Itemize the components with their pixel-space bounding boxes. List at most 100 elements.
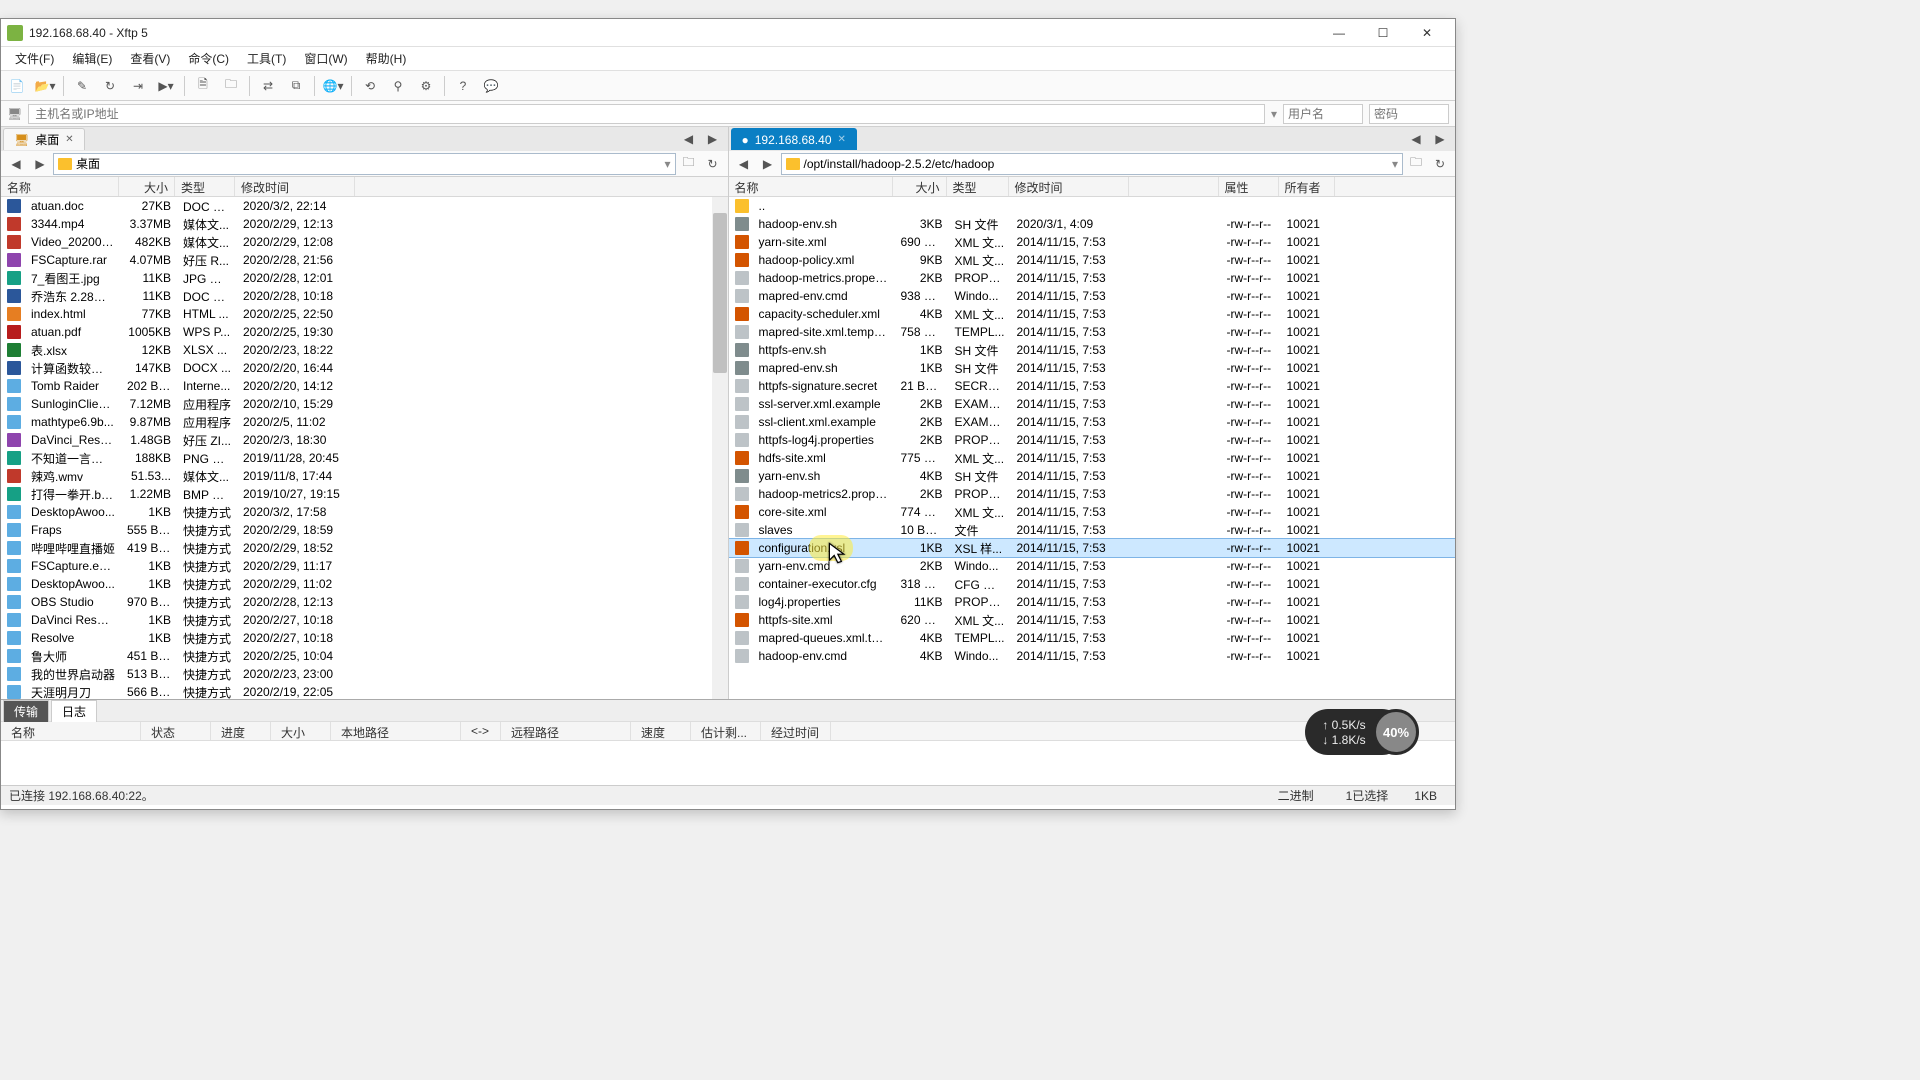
remote-header[interactable]: 名称 大小 类型 修改时间 属性 所有者	[729, 177, 1456, 197]
table-row[interactable]: index.html77KBHTML ...2020/2/25, 22:50	[1, 305, 728, 323]
remote-file-list[interactable]: ..hadoop-env.sh3KBSH 文件2020/3/1, 4:09-rw…	[729, 197, 1456, 699]
table-row[interactable]: Resolve1KB快捷方式2020/2/27, 10:18	[1, 629, 728, 647]
reconnect-icon[interactable]: ↻	[98, 74, 122, 98]
table-row[interactable]: httpfs-signature.secret21 BytesSECRET...…	[729, 377, 1456, 395]
back-button[interactable]: ◀	[733, 153, 755, 175]
table-row[interactable]: 计算函数较限的...147KBDOCX ...2020/2/20, 16:44	[1, 359, 728, 377]
remote-tab-host[interactable]: ● 192.168.68.40 ✕	[731, 128, 857, 150]
table-row[interactable]: 天涯明月刀566 By...快捷方式2020/2/19, 22:05	[1, 683, 728, 699]
table-row[interactable]: FSCapture.exe...1KB快捷方式2020/2/29, 11:17	[1, 557, 728, 575]
table-row[interactable]: yarn-env.sh4KBSH 文件2014/11/15, 7:53-rw-r…	[729, 467, 1456, 485]
copy-icon[interactable]: ⧉	[284, 74, 308, 98]
settings-icon[interactable]: ⚙	[414, 74, 438, 98]
table-row[interactable]: OBS Studio970 By...快捷方式2020/2/28, 12:13	[1, 593, 728, 611]
col-date[interactable]: 修改时间	[1009, 177, 1129, 196]
refresh-all-icon[interactable]: ⟲	[358, 74, 382, 98]
xfer-col-progress[interactable]: 进度	[211, 722, 271, 740]
title-bar[interactable]: 192.168.68.40 - Xftp 5 — ☐ ✕	[1, 19, 1455, 47]
up-dir-icon[interactable]: 🗀	[678, 153, 700, 175]
xfer-col-elapsed[interactable]: 经过时间	[761, 722, 831, 740]
menu-edit[interactable]: 编辑(E)	[64, 48, 120, 69]
table-row[interactable]: httpfs-env.sh1KBSH 文件2014/11/15, 7:53-rw…	[729, 341, 1456, 359]
table-row[interactable]: 我的世界启动器513 By...快捷方式2020/2/23, 23:00	[1, 665, 728, 683]
table-row[interactable]: httpfs-site.xml620 By...XML 文...2014/11/…	[729, 611, 1456, 629]
xfer-col-status[interactable]: 状态	[141, 722, 211, 740]
col-owner[interactable]: 所有者	[1279, 177, 1335, 196]
table-row[interactable]: mathtype6.9b...9.87MB应用程序2020/2/5, 11:02	[1, 413, 728, 431]
table-row[interactable]: DaVinci_Resol...1.48GB好压 ZI...2020/2/3, …	[1, 431, 728, 449]
maximize-button[interactable]: ☐	[1361, 20, 1405, 46]
close-button[interactable]: ✕	[1405, 20, 1449, 46]
table-row[interactable]: Video_202002...482KB媒体文...2020/2/29, 12:…	[1, 233, 728, 251]
local-tab-desktop[interactable]: 🖥 桌面 ✕	[3, 128, 85, 150]
xfer-col-eta[interactable]: 估计剩...	[691, 722, 761, 740]
table-row[interactable]: configuration.xsl1KBXSL 样...2014/11/15, …	[729, 539, 1456, 557]
menu-window[interactable]: 窗口(W)	[296, 48, 355, 69]
table-row[interactable]: 辣鸡.wmv51.53...媒体文...2019/11/8, 17:44	[1, 467, 728, 485]
table-row[interactable]: Fraps555 By...快捷方式2020/2/29, 18:59	[1, 521, 728, 539]
table-row[interactable]: capacity-scheduler.xml4KBXML 文...2014/11…	[729, 305, 1456, 323]
table-row[interactable]: mapred-env.sh1KBSH 文件2014/11/15, 7:53-rw…	[729, 359, 1456, 377]
table-row[interactable]: hadoop-env.cmd4KBWindo...2014/11/15, 7:5…	[729, 647, 1456, 665]
table-row[interactable]: container-executor.cfg318 By...CFG 文件201…	[729, 575, 1456, 593]
table-row[interactable]: 鲁大师451 By...快捷方式2020/2/25, 10:04	[1, 647, 728, 665]
table-row[interactable]: atuan.doc27KBDOC 文...2020/3/2, 22:14	[1, 197, 728, 215]
xfer-col-size[interactable]: 大小	[271, 722, 331, 740]
help-icon[interactable]: ?	[451, 74, 475, 98]
table-row[interactable]: 哔哩哔哩直播姬419 By...快捷方式2020/2/29, 18:52	[1, 539, 728, 557]
table-row[interactable]: hadoop-metrics2.prope...2KBPROPE...2014/…	[729, 485, 1456, 503]
refresh-icon[interactable]: ↻	[1429, 153, 1451, 175]
dropdown-icon[interactable]: ▾	[1271, 107, 1277, 121]
table-row[interactable]: hadoop-metrics.propert...2KBPROPE...2014…	[729, 269, 1456, 287]
tab-prev-icon[interactable]: ◀	[678, 128, 700, 150]
edit-icon[interactable]: ✎	[70, 74, 94, 98]
open-icon[interactable]: 📂▾	[33, 74, 57, 98]
find-icon[interactable]: ⚲	[386, 74, 410, 98]
table-row[interactable]: DesktopAwoo...1KB快捷方式2020/3/2, 17:58	[1, 503, 728, 521]
tab-next-icon[interactable]: ▶	[702, 128, 724, 150]
table-row[interactable]: log4j.properties11KBPROPE...2014/11/15, …	[729, 593, 1456, 611]
table-row[interactable]: 3344.mp43.37MB媒体文...2020/2/29, 12:13	[1, 215, 728, 233]
col-attr[interactable]: 属性	[1219, 177, 1279, 196]
table-row[interactable]: DaVinci Resolv...1KB快捷方式2020/2/27, 10:18	[1, 611, 728, 629]
xfer-col-name[interactable]: 名称	[1, 722, 141, 740]
table-row[interactable]: 表.xlsx12KBXLSX ...2020/2/23, 18:22	[1, 341, 728, 359]
password-input[interactable]	[1369, 104, 1449, 124]
table-row[interactable]: ssl-server.xml.example2KBEXAMP...2014/11…	[729, 395, 1456, 413]
table-row[interactable]: SunloginClient...7.12MB应用程序2020/2/10, 15…	[1, 395, 728, 413]
menu-tools[interactable]: 工具(T)	[239, 48, 294, 69]
table-row[interactable]: DesktopAwoo...1KB快捷方式2020/2/29, 11:02	[1, 575, 728, 593]
table-row[interactable]: yarn-site.xml690 By...XML 文...2014/11/15…	[729, 233, 1456, 251]
globe-icon[interactable]: 🌐▾	[321, 74, 345, 98]
new-session-icon[interactable]: 📄	[5, 74, 29, 98]
xfer-col-speed[interactable]: 速度	[631, 722, 691, 740]
xfer-col-localpath[interactable]: 本地路径	[331, 722, 461, 740]
table-row[interactable]: hdfs-site.xml775 By...XML 文...2014/11/15…	[729, 449, 1456, 467]
xfer-col-dir[interactable]: <->	[461, 722, 501, 740]
table-row[interactable]: Tomb Raider202 By...Interne...2020/2/20,…	[1, 377, 728, 395]
chat-icon[interactable]: 💬	[479, 74, 503, 98]
table-row[interactable]: hadoop-policy.xml9KBXML 文...2014/11/15, …	[729, 251, 1456, 269]
table-row[interactable]: core-site.xml774 By...XML 文...2014/11/15…	[729, 503, 1456, 521]
col-size[interactable]: 大小	[119, 177, 175, 196]
table-row[interactable]: ssl-client.xml.example2KBEXAMP...2014/11…	[729, 413, 1456, 431]
table-row[interactable]: mapred-site.xml.template758 By...TEMPL..…	[729, 323, 1456, 341]
new-folder-icon[interactable]: 🗀	[219, 74, 243, 98]
local-path-box[interactable]: 桌面 ▾	[53, 153, 676, 175]
col-date[interactable]: 修改时间	[235, 177, 355, 196]
table-row[interactable]: httpfs-log4j.properties2KBPROPE...2014/1…	[729, 431, 1456, 449]
sync-icon[interactable]: ⇄	[256, 74, 280, 98]
tab-prev-icon[interactable]: ◀	[1405, 128, 1427, 150]
transfer-tab-transfer[interactable]: 传输	[3, 700, 49, 722]
remote-path-box[interactable]: /opt/install/hadoop-2.5.2/etc/hadoop ▾	[781, 153, 1404, 175]
local-header[interactable]: 名称 大小 类型 修改时间	[1, 177, 728, 197]
table-row[interactable]: slaves10 Bytes文件2014/11/15, 7:53-rw-r--r…	[729, 521, 1456, 539]
scrollbar[interactable]	[712, 197, 728, 699]
disconnect-icon[interactable]: ⇥	[126, 74, 150, 98]
minimize-button[interactable]: —	[1317, 20, 1361, 46]
table-row[interactable]: atuan.pdf1005KBWPS P...2020/2/25, 19:30	[1, 323, 728, 341]
table-row[interactable]: FSCapture.rar4.07MB好压 R...2020/2/28, 21:…	[1, 251, 728, 269]
col-name[interactable]: 名称	[1, 177, 119, 196]
table-row[interactable]: mapred-queues.xml.tem...4KBTEMPL...2014/…	[729, 629, 1456, 647]
xfer-col-remotepath[interactable]: 远程路径	[501, 722, 631, 740]
